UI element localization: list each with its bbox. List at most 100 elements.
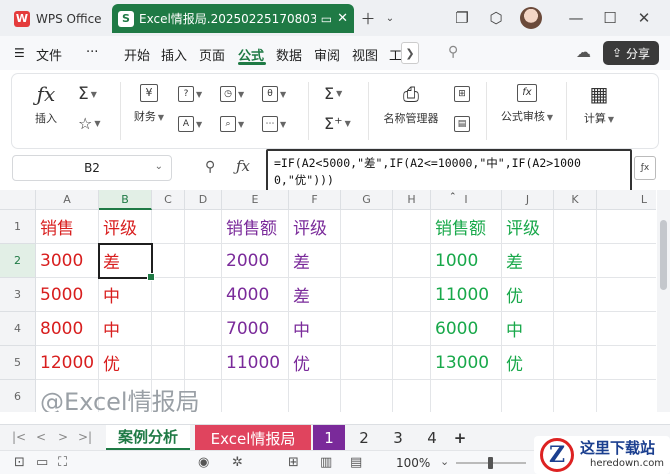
row-header-4[interactable]: 4 — [0, 312, 36, 346]
fx-icon[interactable]: ƒx — [236, 157, 250, 175]
cell-b4[interactable]: 中 — [99, 312, 152, 346]
cell-j2[interactable]: 差 — [502, 244, 554, 278]
sheet-tab-4[interactable]: 4 — [417, 425, 447, 451]
cell-a1[interactable]: 销售 — [36, 210, 99, 244]
cell-d3[interactable] — [185, 278, 222, 312]
cell-k1[interactable] — [554, 210, 597, 244]
window-restore-icon[interactable]: ❐ — [452, 8, 472, 28]
define-name-button[interactable]: ⊞ — [454, 86, 470, 102]
macro-icon[interactable]: ⊡ — [14, 455, 25, 470]
cell-c3[interactable] — [152, 278, 185, 312]
text-functions-button[interactable]: A ▼ — [178, 116, 202, 132]
sheet-tab-1[interactable]: 1 — [313, 425, 345, 451]
other-functions-button[interactable]: ⋯ ▼ — [262, 116, 286, 132]
cell-l3[interactable] — [597, 278, 656, 312]
menu-tab-home[interactable]: 开始 — [124, 45, 150, 64]
column-header-a[interactable]: A — [36, 190, 99, 210]
sum-tools-button[interactable]: Σ ▼ — [324, 84, 342, 103]
menu-tab-page[interactable]: 页面 — [199, 45, 225, 64]
column-header-e[interactable]: E — [222, 190, 289, 210]
skin-icon[interactable]: ⬡ — [486, 8, 506, 28]
close-tab-icon[interactable]: ✕ — [337, 11, 348, 26]
cell-g3[interactable] — [341, 278, 393, 312]
search-icon[interactable]: ⚲ — [448, 44, 458, 60]
normal-view-icon[interactable]: ⊞ — [288, 455, 299, 470]
cell-a3[interactable]: 5000 — [36, 278, 99, 312]
chevron-down-icon[interactable]: ⌄ — [155, 161, 163, 172]
cell-c2[interactable] — [152, 244, 185, 278]
cell-j3[interactable]: 优 — [502, 278, 554, 312]
zoom-level[interactable]: 100% — [396, 456, 430, 470]
cell-k4[interactable] — [554, 312, 597, 346]
cell-j5[interactable]: 优 — [502, 346, 554, 380]
cloud-sync-icon[interactable]: ☁ — [576, 43, 591, 61]
cell-j4[interactable]: 中 — [502, 312, 554, 346]
cell-g2[interactable] — [341, 244, 393, 278]
cell-d5[interactable] — [185, 346, 222, 380]
page-break-icon[interactable]: ▤ — [350, 455, 362, 470]
cell-e3[interactable]: 4000 — [222, 278, 289, 312]
cell-g5[interactable] — [341, 346, 393, 380]
menu-file[interactable]: 文件 — [36, 45, 62, 64]
cell-d1[interactable] — [185, 210, 222, 244]
cell-d4[interactable] — [185, 312, 222, 346]
cell-f6[interactable] — [289, 380, 341, 412]
first-sheet-icon[interactable]: |< — [12, 430, 26, 444]
row-header-5[interactable]: 5 — [0, 346, 36, 380]
menu-tab-insert[interactable]: 插入 — [161, 45, 187, 64]
cell-b3[interactable]: 中 — [99, 278, 152, 312]
row-header-1[interactable]: 1 — [0, 210, 36, 244]
cell-f2[interactable]: 差 — [289, 244, 341, 278]
column-header-h[interactable]: H — [393, 190, 431, 210]
scrollbar-thumb[interactable] — [660, 220, 667, 290]
monitor-icon[interactable]: ▭ — [321, 12, 332, 26]
sheet-tab-case[interactable]: 案例分析 — [106, 425, 190, 451]
cell-b5[interactable]: 优 — [99, 346, 152, 380]
column-header-j[interactable]: J — [502, 190, 554, 210]
autosum-button[interactable]: Σ ▼ — [78, 84, 97, 104]
cell-k2[interactable] — [554, 244, 597, 278]
cell-k5[interactable] — [554, 346, 597, 380]
cell-l5[interactable] — [597, 346, 656, 380]
cell-h6[interactable] — [393, 380, 431, 412]
datetime-functions-button[interactable]: ◷ ▼ — [220, 86, 244, 102]
sum-plus-button[interactable]: Σ⁺ ▼ — [324, 114, 351, 133]
paste-name-button[interactable]: ▤ — [454, 116, 470, 132]
cell-e5[interactable]: 11000 — [222, 346, 289, 380]
collapse-up-icon[interactable]: ⌃ — [449, 192, 457, 202]
cell-j6[interactable] — [502, 380, 554, 412]
cell-l2[interactable] — [597, 244, 656, 278]
column-header-b[interactable]: B — [99, 190, 152, 210]
cell-i2[interactable]: 1000 — [431, 244, 502, 278]
math-functions-button[interactable]: θ ▼ — [262, 86, 286, 102]
vertical-scrollbar[interactable] — [657, 190, 670, 412]
cell-a4[interactable]: 8000 — [36, 312, 99, 346]
excel-document-tab[interactable]: S Excel情报局.20250225170803.xlsx ▭ ✕ — [112, 4, 354, 33]
zoom-search-icon[interactable]: ⚲ — [205, 159, 215, 175]
name-box[interactable]: B2 ⌄ — [12, 155, 172, 181]
cell-b2[interactable]: 差 — [99, 244, 152, 278]
cell-l4[interactable] — [597, 312, 656, 346]
fullscreen-icon[interactable]: ⛶ — [58, 455, 67, 470]
lookup-functions-button[interactable]: ⌕ ▼ — [220, 116, 244, 132]
menu-scroll-right-icon[interactable]: ❯ — [401, 42, 419, 64]
cell-f3[interactable]: 差 — [289, 278, 341, 312]
cell-e2[interactable]: 2000 — [222, 244, 289, 278]
cell-l1[interactable] — [597, 210, 656, 244]
cell-f1[interactable]: 评级 — [289, 210, 341, 244]
add-sheet-button[interactable]: + — [450, 425, 470, 451]
spreadsheet-grid[interactable]: A B C D E F G H I J K L ⌃ 1 2 3 4 5 6 销售 3000 5000 8000 12000 评级… — [0, 190, 656, 412]
row-header-2[interactable]: 2 — [0, 244, 36, 278]
settings-icon[interactable]: ✲ — [232, 455, 243, 470]
cell-i6[interactable] — [431, 380, 502, 412]
row-header-3[interactable]: 3 — [0, 278, 36, 312]
next-sheet-icon[interactable]: > — [58, 430, 68, 444]
expand-formula-icon[interactable]: ƒx — [634, 156, 656, 180]
menu-tab-tools[interactable]: 工具 — [389, 45, 401, 64]
prev-sheet-icon[interactable]: < — [36, 430, 46, 444]
formula-audit-button[interactable]: fx 公式审核 ▼ — [496, 84, 558, 124]
column-header-d[interactable]: D — [185, 190, 222, 210]
calculate-button[interactable]: ▦ 计算 ▼ — [576, 84, 622, 126]
cell-c4[interactable] — [152, 312, 185, 346]
page-layout-icon[interactable]: ▥ — [320, 455, 332, 470]
